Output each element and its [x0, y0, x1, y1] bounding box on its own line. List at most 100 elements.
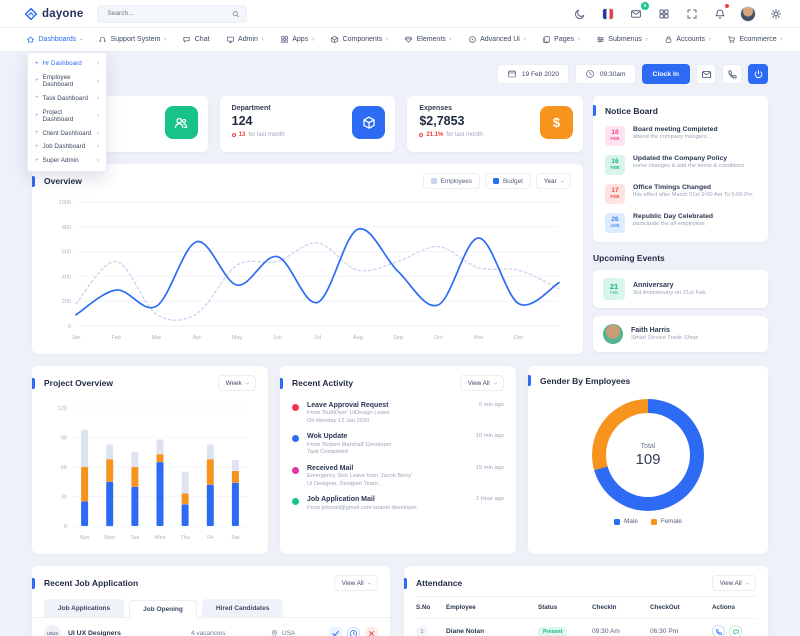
- activity-item[interactable]: Wok Update From 'Robert Marshall' Develop…: [280, 428, 516, 460]
- svg-text:Dec: Dec: [514, 335, 524, 341]
- dropdown-item-client-dashboard[interactable]: + Client Dashboard ›: [28, 126, 106, 140]
- dropdown-item-super-admin[interactable]: + Super Admin ›: [28, 154, 106, 168]
- upcoming-events-title: Upcoming Events: [593, 253, 665, 263]
- svg-text:90: 90: [61, 436, 67, 442]
- settings-gear-icon[interactable]: [766, 4, 786, 24]
- dropdown-item-employee-dashboard[interactable]: + Employee Dashboard ›: [28, 71, 106, 92]
- shortcuts-grid-icon[interactable]: [654, 4, 674, 24]
- notifications-bell-icon[interactable]: [710, 3, 730, 24]
- chevron-right-icon: ›: [96, 157, 99, 165]
- overview-title: Overview: [44, 176, 82, 186]
- reject-icon[interactable]: [365, 627, 378, 636]
- dropdown-item-job-dashboard[interactable]: + Job Dashboard ›: [28, 140, 106, 154]
- svg-text:0: 0: [68, 324, 71, 330]
- menu-elements[interactable]: Elements ›: [404, 35, 452, 44]
- legend-male[interactable]: Male: [614, 518, 638, 525]
- menu-admin[interactable]: Admin ›: [226, 35, 264, 44]
- activity-dot: [292, 466, 299, 474]
- chevron-right-icon: ›: [523, 36, 526, 43]
- event-card-anniversary[interactable]: 21 Feb Anniversary 3rd Anniversary on 21st…: [593, 270, 768, 308]
- event-avatar: [603, 324, 623, 344]
- search-input[interactable]: [105, 9, 232, 18]
- chevron-down-icon: ›: [491, 381, 499, 385]
- legend-female[interactable]: Female: [650, 518, 682, 525]
- app-logo[interactable]: dayone: [24, 7, 83, 21]
- overview-card: Overview Employees Budget Year › 0 200 400 6…: [32, 164, 583, 354]
- year-select[interactable]: Year ›: [535, 173, 571, 189]
- status-badge: Present: [538, 626, 568, 636]
- row-3: Recent Job Application View All › Job App…: [32, 566, 768, 636]
- attendance-row: 1 Diane Nolan Present 09:30 Am 06:30 Pm: [416, 619, 756, 636]
- menu-dashboards[interactable]: Dashboards ›: [26, 35, 84, 44]
- svg-text:0: 0: [64, 524, 67, 530]
- chevron-right-icon: ›: [577, 36, 580, 43]
- svg-text:200: 200: [62, 299, 71, 305]
- change-dot: [419, 133, 424, 137]
- svg-text:120: 120: [58, 406, 67, 412]
- legend-budget[interactable]: Budget: [484, 173, 531, 189]
- fullscreen-icon[interactable]: [682, 4, 702, 24]
- chevron-down-icon: ›: [243, 381, 251, 385]
- chevron-right-icon: ›: [96, 129, 99, 137]
- chat-icon[interactable]: [729, 625, 742, 636]
- week-select[interactable]: Week ›: [217, 375, 256, 391]
- messages-badge: 5: [641, 1, 649, 10]
- menu-support-system[interactable]: Support System ›: [98, 35, 166, 44]
- notice-item[interactable]: 16 FEB Updated the Company Policy some cha…: [593, 150, 768, 179]
- change-dot: [231, 133, 236, 137]
- menu-apps[interactable]: Apps ›: [280, 35, 314, 44]
- activity-item[interactable]: Leave Approval Request From 'RuthDyer' Ui…: [280, 396, 516, 428]
- svg-text:Sep: Sep: [393, 335, 403, 341]
- dropdown-item-project-dashboard[interactable]: + Project Dashboard ›: [28, 105, 106, 126]
- chevron-down-icon: ›: [743, 581, 751, 585]
- dropdown-item-task-dashboard[interactable]: + Task Dashboard ›: [28, 92, 106, 106]
- event-card-faith-harris[interactable]: Faith Harris Smart Device Trade Show: [593, 316, 768, 352]
- view-all-button[interactable]: View All ›: [711, 575, 756, 591]
- language-flag-icon[interactable]: [598, 4, 618, 24]
- gender-legend: Male Female: [528, 518, 768, 525]
- pending-clock-icon[interactable]: [347, 627, 360, 636]
- chevron-right-icon: ›: [163, 36, 167, 43]
- user-avatar[interactable]: [738, 4, 758, 24]
- tab-job-applications[interactable]: Job Applications: [44, 599, 125, 617]
- call-icon[interactable]: [712, 625, 725, 636]
- tab-hired-candidates[interactable]: Hired Candidates: [201, 599, 284, 617]
- chevron-right-icon: ›: [261, 36, 264, 43]
- dollar-icon: $: [540, 106, 573, 139]
- time-chip[interactable]: 09:30am: [574, 64, 636, 84]
- cube-icon: [352, 106, 386, 139]
- dropdown-item-hr-dashboard[interactable]: + Hr Dashboard ›: [28, 57, 106, 71]
- menu-submenus[interactable]: Submenus ›: [596, 35, 648, 44]
- donut-total-value: 109: [635, 450, 661, 468]
- dark-mode-icon[interactable]: [570, 4, 590, 24]
- menu-accounts[interactable]: Accounts ›: [664, 35, 711, 44]
- svg-text:600: 600: [62, 250, 71, 256]
- clock-in-button[interactable]: Clock In: [641, 64, 690, 84]
- menu-advanced-ui[interactable]: Advanced Ui ›: [468, 35, 526, 44]
- event-date-badge: 21 Feb: [603, 278, 625, 300]
- chevron-right-icon: ›: [96, 77, 99, 85]
- menu-ecommerce[interactable]: Ecommerce ›: [727, 35, 783, 44]
- legend-employees[interactable]: Employees: [422, 173, 480, 189]
- menu-components[interactable]: Components ›: [330, 35, 388, 44]
- tab-job-opening[interactable]: Job Opening: [129, 600, 197, 618]
- svg-text:Jun: Jun: [273, 335, 282, 341]
- notice-item[interactable]: 26 JAN Republic Day Celebrated participate…: [593, 208, 768, 237]
- notice-item[interactable]: 18 FEB Board meeting Completed attend the …: [593, 121, 768, 150]
- approve-icon[interactable]: [329, 627, 342, 636]
- mail-button[interactable]: [696, 64, 716, 84]
- menu-pages[interactable]: Pages ›: [542, 35, 580, 44]
- chevron-down-icon: ›: [558, 179, 566, 183]
- notice-item[interactable]: 17 FEB Office Timings Changed this effect …: [593, 179, 768, 208]
- messages-icon[interactable]: 5: [626, 1, 649, 24]
- phone-button[interactable]: [722, 64, 742, 84]
- date-chip[interactable]: 19 Feb 2020: [496, 64, 569, 84]
- menu-chat[interactable]: Chat: [182, 35, 210, 44]
- svg-text:60: 60: [61, 465, 67, 471]
- activity-item[interactable]: Job Application Mail From jobmail@gmail.c…: [280, 491, 516, 515]
- power-button[interactable]: [748, 64, 768, 84]
- activity-item[interactable]: Received Mail Emergency Sick Leave from '…: [280, 459, 516, 491]
- view-all-button[interactable]: View All ›: [459, 375, 504, 391]
- recent-activity-title: Recent Activity: [292, 378, 354, 388]
- view-all-button[interactable]: View All ›: [333, 575, 378, 591]
